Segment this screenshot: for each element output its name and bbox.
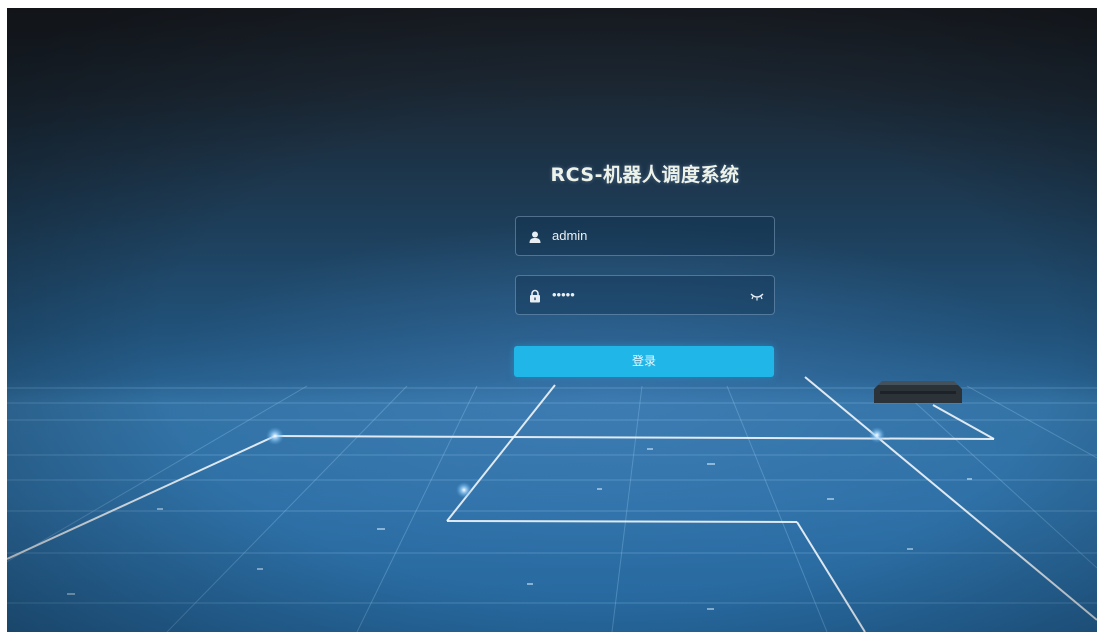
username-field[interactable]: admin xyxy=(515,216,775,256)
password-value: ••••• xyxy=(552,287,575,302)
robot-device-image xyxy=(874,381,962,403)
username-value: admin xyxy=(552,228,588,243)
login-screen: RCS-机器人调度系统 admin ••••• 登录 xyxy=(7,8,1097,632)
page-title: RCS-机器人调度系统 xyxy=(550,164,740,186)
eye-closed-icon[interactable] xyxy=(750,290,764,302)
background-grid-floor xyxy=(7,376,1097,632)
user-icon xyxy=(529,231,541,243)
login-button[interactable]: 登录 xyxy=(514,346,774,377)
lock-icon xyxy=(530,289,540,303)
password-field[interactable]: ••••• xyxy=(515,275,775,315)
